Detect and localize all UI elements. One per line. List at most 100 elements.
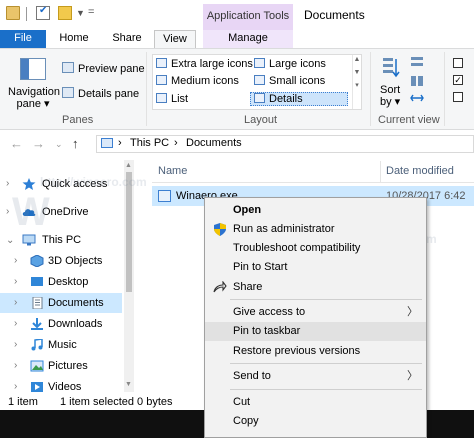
- layout-item-label: Details: [269, 93, 303, 105]
- nav-item-label: Downloads: [48, 318, 103, 330]
- chevron-right-icon[interactable]: ›: [14, 272, 17, 292]
- menu-item-label: Run as administrator: [233, 223, 335, 235]
- navpane-scrollbar-thumb[interactable]: [126, 172, 132, 292]
- tab-share[interactable]: Share: [104, 30, 150, 48]
- menu-item-run-as-administrator[interactable]: Run as administrator: [205, 220, 426, 239]
- menu-item-restore-previous-versions[interactable]: Restore previous versions: [205, 342, 426, 361]
- details-pane-label: Details pane: [78, 88, 140, 100]
- properties-icon[interactable]: [36, 5, 50, 20]
- menu-item-pin-to-taskbar[interactable]: Pin to taskbar: [205, 322, 426, 341]
- navigation-pane-icon[interactable]: [20, 58, 46, 80]
- layout-item-label: List: [171, 93, 189, 105]
- chevron-right-icon[interactable]: ›: [174, 137, 178, 149]
- chevron-right-icon[interactable]: ›: [14, 356, 17, 376]
- pictures-icon: [30, 360, 44, 372]
- details-pane-button[interactable]: Details pane: [62, 87, 139, 101]
- layout-extra-large-icons[interactable]: Extra large icons: [156, 57, 253, 71]
- layout-details[interactable]: Details: [254, 92, 303, 106]
- menu-item-give-access-to[interactable]: Give access to 〉: [205, 303, 426, 322]
- chevron-right-icon[interactable]: ›: [14, 335, 17, 355]
- chevron-down-icon[interactable]: ▼: [76, 8, 85, 18]
- layout-item-label: Extra large icons: [171, 58, 253, 70]
- tab-manage[interactable]: Manage: [203, 30, 293, 48]
- back-arrow-icon[interactable]: ←: [10, 136, 23, 151]
- size-columns-icon[interactable]: [410, 92, 424, 104]
- tab-view[interactable]: View: [154, 30, 196, 48]
- breadcrumb-this-pc[interactable]: This PC: [130, 137, 169, 149]
- list-icon: [156, 93, 167, 103]
- menu-item-label: Troubleshoot compatibility: [233, 242, 361, 254]
- menu-item-send-to[interactable]: Send to 〉: [205, 367, 426, 386]
- chevron-down-icon[interactable]: ▼: [125, 381, 132, 388]
- nav-item-pictures[interactable]: › Pictures: [0, 356, 136, 376]
- menu-item-label: Give access to: [233, 306, 306, 318]
- layout-group-label: Layout: [244, 114, 278, 126]
- breadcrumb-documents[interactable]: Documents: [186, 137, 242, 149]
- layout-medium-icons[interactable]: Medium icons: [156, 74, 239, 88]
- new-folder-icon[interactable]: [58, 6, 72, 20]
- tab-home[interactable]: Home: [48, 30, 100, 48]
- sort-by-button[interactable]: Sort by ▾: [380, 84, 400, 108]
- menu-item-copy[interactable]: Copy: [205, 412, 426, 431]
- group-by-icon[interactable]: [410, 56, 424, 68]
- add-columns-icon[interactable]: [410, 75, 424, 87]
- navigation-pane-button[interactable]: Navigation pane ▾: [8, 86, 60, 110]
- chevron-right-icon[interactable]: ›: [14, 314, 17, 334]
- chevron-down-icon: ▼: [353, 69, 361, 76]
- nav-item-videos[interactable]: › Videos: [0, 377, 136, 394]
- menu-item-pin-to-start[interactable]: Pin to Start: [205, 258, 426, 277]
- layout-item-label: Large icons: [269, 58, 326, 70]
- preview-pane-icon: [62, 62, 74, 73]
- preview-pane-button[interactable]: Preview pane: [62, 62, 145, 76]
- application-icon: [158, 190, 171, 202]
- menu-item-label: Pin to taskbar: [233, 325, 301, 337]
- customize-toolbar-icon[interactable]: =: [88, 6, 94, 18]
- chevron-right-icon[interactable]: ›: [6, 174, 9, 194]
- menu-item-open[interactable]: Open: [205, 201, 426, 220]
- nav-item-music[interactable]: › Music: [0, 335, 136, 355]
- menu-separator: [230, 389, 422, 390]
- shield-icon: [214, 223, 226, 236]
- current-view-group-label: Current view: [378, 114, 440, 126]
- tab-file[interactable]: File: [0, 30, 46, 48]
- window-title: Documents: [304, 8, 365, 22]
- chevron-right-icon[interactable]: ›: [6, 202, 9, 222]
- layout-scrollbar[interactable]: ▲ ▼ ▾: [352, 55, 361, 109]
- chevron-right-icon[interactable]: ›: [14, 251, 17, 271]
- forward-arrow-icon[interactable]: →: [32, 136, 45, 151]
- panes-group-label: Panes: [62, 114, 94, 126]
- nav-item-desktop[interactable]: › Desktop: [0, 272, 136, 292]
- menu-item-label: Open: [233, 204, 262, 216]
- layout-large-icons[interactable]: Large icons: [254, 57, 326, 71]
- chevron-right-icon[interactable]: ›: [14, 377, 17, 394]
- sort-icon[interactable]: [382, 57, 400, 79]
- chevron-right-icon[interactable]: ›: [14, 293, 17, 313]
- up-arrow-icon[interactable]: ↑: [72, 136, 79, 151]
- menu-item-share[interactable]: Share: [205, 278, 426, 297]
- chevron-right-icon[interactable]: ›: [118, 137, 122, 149]
- column-divider[interactable]: [380, 161, 381, 183]
- recent-locations-icon[interactable]: ⌄: [55, 139, 63, 150]
- nav-item-3d-objects[interactable]: › 3D Objects: [0, 251, 136, 271]
- toolbar-divider: [26, 7, 27, 21]
- this-pc-icon: [101, 138, 113, 148]
- hidden-items-checkbox[interactable]: [453, 92, 463, 102]
- menu-item-troubleshoot-compatibility[interactable]: Troubleshoot compatibility: [205, 239, 426, 258]
- ribbon-divider: [444, 52, 445, 126]
- item-checkboxes-checkbox[interactable]: [453, 58, 463, 68]
- layout-small-icons[interactable]: Small icons: [254, 74, 325, 88]
- column-header-name[interactable]: Name: [158, 165, 187, 177]
- preview-pane-label: Preview pane: [78, 63, 145, 75]
- layout-list[interactable]: List: [156, 92, 188, 106]
- expand-icon: ▾: [355, 82, 359, 89]
- medium-icons-icon: [156, 75, 167, 85]
- nav-item-label: 3D Objects: [48, 255, 103, 267]
- menu-item-label: Copy: [233, 415, 259, 427]
- file-extensions-checkbox[interactable]: ✓: [453, 75, 463, 85]
- chevron-up-icon[interactable]: ▲: [125, 162, 132, 169]
- menu-item-cut[interactable]: Cut: [205, 393, 426, 412]
- sort-label: Sort: [380, 84, 401, 96]
- nav-item-documents[interactable]: › Documents: [0, 293, 122, 313]
- column-header-date-modified[interactable]: Date modified: [386, 165, 454, 177]
- nav-item-downloads[interactable]: › Downloads: [0, 314, 136, 334]
